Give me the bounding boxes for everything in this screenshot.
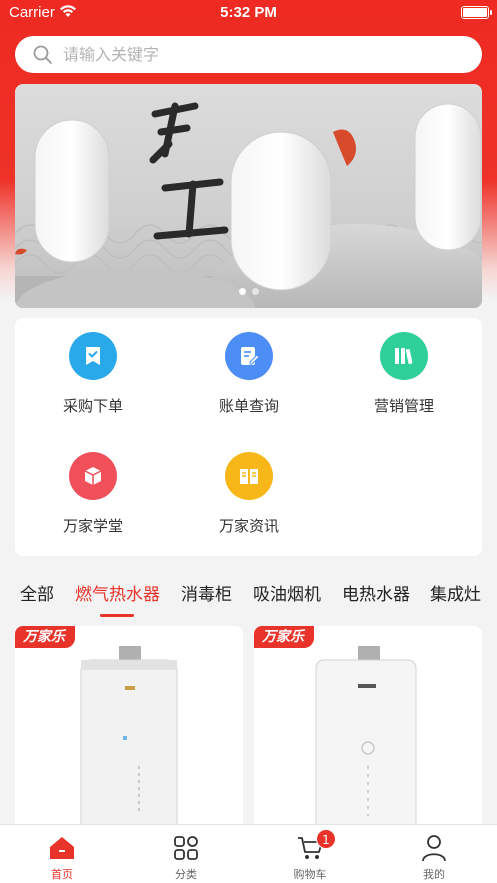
category-tab-integrated-stove[interactable]: 集成灶 <box>430 580 481 605</box>
menu-item-news[interactable]: 万家资讯 <box>171 452 327 536</box>
promo-banner[interactable] <box>15 84 482 308</box>
tab-label: 购物车 <box>293 868 327 881</box>
active-category-indicator <box>100 614 134 617</box>
news-book-icon <box>225 452 273 500</box>
banner-image <box>15 102 482 308</box>
home-icon <box>48 834 76 862</box>
tab-label: 分类 <box>175 868 197 881</box>
tab-home[interactable]: 首页 <box>0 825 124 883</box>
search-icon <box>33 45 52 64</box>
school-box-icon <box>69 452 117 500</box>
product-image <box>80 646 178 836</box>
category-tab-electric-water-heater[interactable]: 电热水器 <box>342 580 410 605</box>
profile-icon <box>421 834 447 862</box>
menu-item-school[interactable]: 万家学堂 <box>15 452 171 536</box>
purchase-order-icon <box>69 332 117 380</box>
search-input[interactable] <box>63 45 463 64</box>
product-card[interactable]: 万家乐 <box>254 626 482 836</box>
tab-profile[interactable]: 我的 <box>372 825 496 883</box>
menu-item-bill-query[interactable]: 账单查询 <box>171 332 327 416</box>
battery-icon <box>461 6 492 19</box>
cart-icon: 1 <box>296 829 336 862</box>
tab-label: 首页 <box>51 868 73 881</box>
banner-dot[interactable] <box>238 288 246 295</box>
category-tab-all[interactable]: 全部 <box>20 580 54 605</box>
banner-pagination <box>15 288 482 295</box>
clock: 5:32 PM <box>220 4 277 21</box>
tab-cart[interactable]: 1 购物车 <box>248 825 372 883</box>
quick-menu: 采购下单 账单查询 营销管理 万家学堂 万家资讯 <box>15 318 482 556</box>
product-image <box>315 646 417 836</box>
category-tab-gas-water-heater[interactable]: 燃气热水器 <box>75 580 160 605</box>
menu-item-purchase[interactable]: 采购下单 <box>15 332 171 416</box>
menu-item-label: 万家学堂 <box>62 517 123 535</box>
category-tab-range-hood[interactable]: 吸油烟机 <box>253 580 321 605</box>
bill-query-icon <box>225 332 273 380</box>
cart-badge: 1 <box>316 829 336 849</box>
menu-item-label: 营销管理 <box>373 397 434 415</box>
product-card[interactable]: 万家乐 <box>15 626 243 836</box>
menu-item-label: 万家资讯 <box>218 517 279 535</box>
status-bar: Carrier 5:32 PM <box>0 0 497 28</box>
marketing-books-icon <box>380 332 428 380</box>
banner-dot[interactable] <box>251 288 259 295</box>
tab-category[interactable]: 分类 <box>124 825 248 883</box>
search-bar[interactable] <box>15 36 482 73</box>
menu-item-label: 账单查询 <box>218 397 279 415</box>
tab-label: 我的 <box>423 868 445 881</box>
menu-item-label: 采购下单 <box>62 397 123 415</box>
bottom-tab-bar: 首页 分类 1 购物车 我的 <box>0 824 497 883</box>
category-grid-icon <box>173 834 199 862</box>
menu-item-marketing[interactable]: 营销管理 <box>326 332 482 416</box>
category-tab-sterilizer[interactable]: 消毒柜 <box>181 580 232 605</box>
category-tabs: 全部 燃气热水器 消毒柜 吸油烟机 电热水器 集成灶 <box>0 570 497 618</box>
